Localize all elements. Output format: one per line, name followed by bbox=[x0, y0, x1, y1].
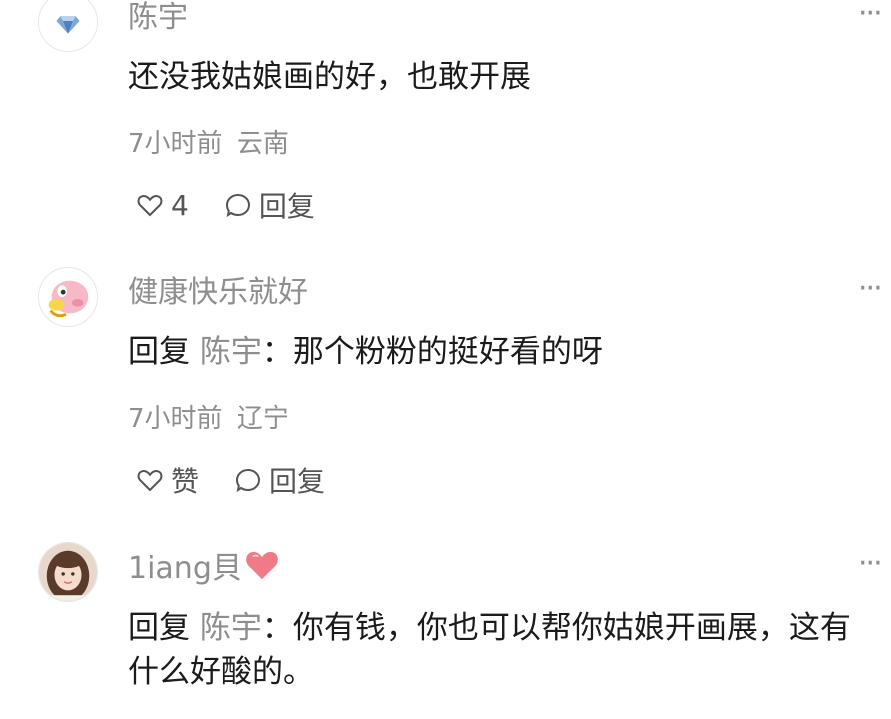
comment-actions: 4 回复 bbox=[135, 187, 349, 223]
comment-body: 那个粉粉的挺好看的呀 bbox=[292, 334, 603, 370]
comment-meta: 7小时前 辽宁 bbox=[128, 402, 289, 436]
reply-keyword: 回复 bbox=[128, 334, 190, 370]
reply-keyword: 回复 bbox=[128, 610, 190, 646]
comment-meta: 7小时前 云南 bbox=[128, 127, 289, 161]
reply-label: 回复 bbox=[269, 465, 326, 498]
reply-target-username[interactable]: 陈宇 bbox=[200, 334, 262, 370]
reply-button[interactable]: 回复 bbox=[223, 185, 315, 225]
like-button[interactable]: 4 bbox=[135, 189, 189, 222]
username-text: 1iang貝 bbox=[128, 551, 242, 586]
heart-outline-icon bbox=[137, 195, 163, 217]
more-options-icon[interactable]: ··· bbox=[858, 0, 883, 34]
like-button[interactable]: 赞 bbox=[135, 460, 199, 500]
comment-text: 还没我姑娘画的好，也敢开展 bbox=[128, 59, 531, 95]
comment-time: 7小时前 bbox=[128, 404, 223, 434]
like-count: 4 bbox=[171, 188, 189, 222]
comment-list: 陈宇 ··· 还没我姑娘画的好，也敢开展 7小时前 云南 4 回复 健康快乐就好… bbox=[0, 0, 891, 719]
username[interactable]: 健康快乐就好 bbox=[128, 273, 308, 313]
heart-outline-icon bbox=[137, 470, 163, 492]
reply-button[interactable]: 回复 bbox=[233, 460, 325, 500]
like-label: 赞 bbox=[171, 465, 200, 498]
comment-location: 云南 bbox=[236, 129, 289, 159]
comment-text: 回复 陈宇：你有钱，你也可以帮你姑娘开画展，这有什么好酸的。 bbox=[128, 606, 878, 694]
comment-bubble-icon bbox=[225, 193, 250, 218]
heart-icon bbox=[242, 551, 282, 586]
reply-separator: ： bbox=[261, 610, 293, 646]
username[interactable]: 1iang貝 bbox=[128, 548, 282, 589]
comment-actions: 赞 回复 bbox=[135, 462, 359, 498]
more-options-icon[interactable]: ··· bbox=[858, 544, 883, 584]
reply-target-username[interactable]: 陈宇 bbox=[200, 610, 262, 646]
comment-location: 辽宁 bbox=[236, 404, 289, 434]
more-options-icon[interactable]: ··· bbox=[858, 269, 883, 309]
diamond-avatar-icon[interactable] bbox=[38, 0, 98, 52]
reply-separator: ： bbox=[261, 334, 293, 370]
reply-label: 回复 bbox=[258, 190, 315, 223]
comment-time: 7小时前 bbox=[128, 129, 223, 159]
girl-photo-avatar[interactable] bbox=[38, 542, 98, 602]
comment-bubble-icon bbox=[236, 468, 261, 493]
username[interactable]: 陈宇 bbox=[128, 0, 188, 38]
cartoon-pig-avatar[interactable] bbox=[38, 267, 98, 327]
comment-text: 回复 陈宇：那个粉粉的挺好看的呀 bbox=[128, 330, 878, 374]
